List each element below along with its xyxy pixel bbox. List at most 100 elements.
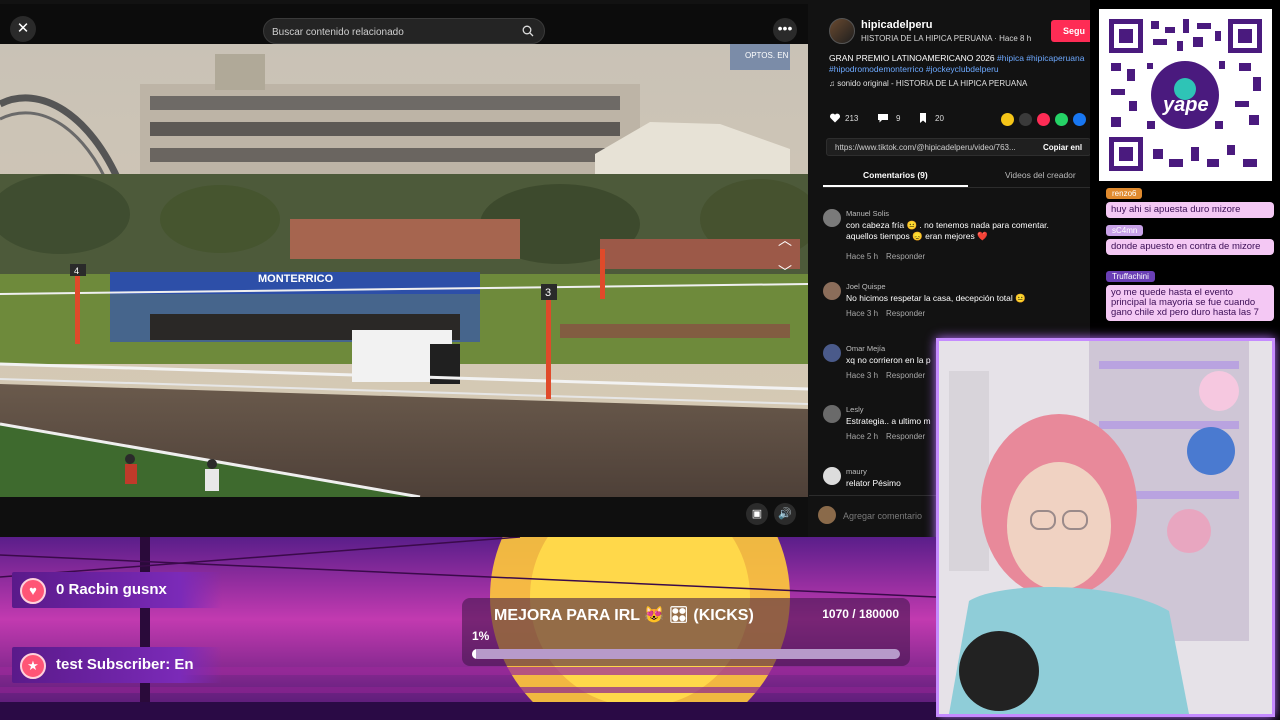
chat-message: Truffachini yo me quede hasta el evento … [1106, 266, 1274, 321]
video-controls: ▣ 🔊 [0, 497, 808, 537]
whatsapp-icon[interactable] [1055, 113, 1068, 126]
embed-icon[interactable] [1019, 113, 1032, 126]
bookmark-icon[interactable] [917, 112, 929, 124]
qr-code-icon: yape [1099, 9, 1272, 181]
comment-icon[interactable] [877, 112, 889, 124]
comment-count: 9 [896, 114, 901, 123]
comment-username[interactable]: Manuel Solis [846, 209, 889, 218]
reply-button[interactable]: Responder [886, 432, 925, 441]
save-count: 20 [935, 114, 944, 123]
active-tab-indicator [823, 185, 968, 187]
comment-item: Joel Quispe No hicimos respetar la casa,… [823, 282, 1090, 338]
like-count: 213 [845, 114, 859, 123]
comment-username[interactable]: Lesly [846, 405, 864, 414]
more-options-button[interactable]: ••• [773, 18, 797, 42]
chat-username[interactable]: sC4mn [1106, 225, 1144, 236]
comment-avatar[interactable] [823, 405, 841, 423]
comment-username[interactable]: Omar Mejía [846, 344, 885, 353]
comment-meta: Hace 2 h Responder [846, 432, 925, 441]
stadium-ad-text: OPTOS. EN [745, 51, 789, 60]
comment-time: Hace 5 h [846, 252, 879, 261]
follower-ticker: ♥ 0 Racbin gusnx [12, 572, 222, 608]
comment-time: Hace 3 h [846, 309, 879, 318]
reply-button[interactable]: Responder [886, 309, 925, 318]
webcam-feed [939, 341, 1272, 714]
comment-item: Manuel Solis con cabeza fría 😐 . no tene… [823, 209, 1090, 265]
follow-button[interactable]: Segu [1051, 20, 1090, 42]
chat-message: sC4mn donde apuesto en contra de mizore [1106, 220, 1274, 255]
comment-avatar[interactable] [823, 209, 841, 227]
my-avatar [818, 506, 836, 524]
goal-title: MEJORA PARA IRL 😻 🎛 (KICKS) [494, 607, 754, 624]
comment-avatar[interactable] [823, 467, 841, 485]
yape-logo-text: yape [1162, 94, 1209, 116]
heart-icon: ♥ [20, 578, 46, 604]
streamer-webcam [936, 338, 1275, 717]
author-subtitle: HISTORIA DE LA HIPICA PERUANA · Hace 8 h [861, 34, 1032, 43]
video-url[interactable]: https://www.tiktok.com/@hipicadelperu/vi… [835, 143, 1016, 152]
gate-sign-text: MONTERRICO [258, 273, 334, 285]
tab-creator-videos[interactable]: Videos del creador [1005, 170, 1076, 180]
star-icon: ★ [20, 653, 46, 679]
close-button[interactable]: ✕ [10, 16, 36, 42]
author-name[interactable]: hipicadelperu [861, 19, 933, 31]
comment-username[interactable]: maury [846, 467, 867, 476]
hashtags-2[interactable]: #hipodromodemonterrico #jockeyclubdelper… [829, 64, 999, 74]
donation-goal: MEJORA PARA IRL 😻 🎛 (KICKS) 1070 / 18000… [462, 598, 910, 666]
copy-link-button[interactable]: Copiar enl [1043, 143, 1082, 152]
comment-username[interactable]: Joel Quispe [846, 282, 886, 291]
chat-text: donde apuesto en contra de mizore [1106, 239, 1274, 255]
subscriber-ticker-text: test Subscriber: En [56, 656, 194, 673]
comment-meta: Hace 3 h Responder [846, 371, 925, 380]
goal-progress-bar [472, 649, 900, 659]
goal-percent: 1% [472, 629, 490, 643]
video-description: GRAN PREMIO LATINOAMERICANO 2026 #hipica… [829, 53, 1089, 75]
yape-qr-panel: yape [1099, 9, 1272, 181]
comment-avatar[interactable] [823, 344, 841, 362]
chat-username[interactable]: renzo6 [1106, 188, 1143, 199]
post-number-4: 4 [74, 266, 79, 276]
comment-meta: Hace 3 h Responder [846, 309, 925, 318]
hashtags-1[interactable]: #hipica #hipicaperuana [997, 53, 1084, 63]
search-icon[interactable] [522, 25, 534, 37]
search-input[interactable] [272, 23, 512, 41]
comment-text: No hicimos respetar la casa, decepción t… [846, 293, 1026, 303]
goal-count: 1070 / 180000 [822, 607, 899, 621]
facebook-icon[interactable] [1073, 113, 1086, 126]
heart-icon[interactable] [829, 112, 841, 124]
comment-meta: Hace 5 h Responder [846, 252, 925, 261]
comment-tabs: Comentarios (9) Videos del creador [823, 164, 1090, 188]
chat-text: yo me quede hasta el evento principal la… [1106, 285, 1274, 321]
chat-username[interactable]: Truffachini [1106, 271, 1155, 282]
next-video-arrow[interactable]: ﹀ [775, 262, 795, 280]
chat-text: huy ahi si apuesta duro mizore [1106, 202, 1274, 218]
goal-progress-fill [472, 649, 477, 659]
description-text: GRAN PREMIO LATINOAMERICANO 2026 [829, 53, 997, 63]
video-player[interactable]: OPTOS. EN MONTERRICO 4 3 ︿ ﹀ [0, 44, 808, 497]
tiktok-viewer: ✕ ••• [0, 0, 1090, 537]
pip-icon[interactable]: ▣ [746, 503, 768, 525]
tab-comments[interactable]: Comentarios (9) [863, 170, 928, 180]
follower-ticker-text: 0 Racbin gusnx [56, 581, 167, 598]
reply-button[interactable]: Responder [886, 252, 925, 261]
comment-avatar[interactable] [823, 282, 841, 300]
previous-video-arrow[interactable]: ︿ [775, 230, 795, 248]
volume-icon[interactable]: 🔊 [774, 503, 796, 525]
chat-message: renzo6 huy ahi si apuesta duro mizore [1106, 183, 1274, 218]
send-icon[interactable] [1037, 113, 1050, 126]
comment-time: Hace 3 h [846, 371, 879, 380]
author-avatar[interactable] [829, 18, 855, 44]
video-topbar: ✕ ••• [0, 4, 808, 44]
video-url-box: https://www.tiktok.com/@hipicadelperu/vi… [826, 138, 1090, 156]
subscriber-ticker: ★ test Subscriber: En [12, 647, 222, 683]
sound-link[interactable]: ♫ sonido original - HISTORIA DE LA HIPIC… [829, 79, 1027, 88]
related-search-box[interactable] [263, 18, 545, 44]
engagement-stats: 213 9 20 [829, 112, 1089, 126]
reply-button[interactable]: Responder [886, 371, 925, 380]
stream-overlay: ♥ 0 Racbin gusnx ★ test Subscriber: En M… [0, 537, 936, 720]
post-number-3: 3 [545, 287, 551, 299]
race-video-frame: OPTOS. EN MONTERRICO 4 3 [0, 44, 808, 497]
comment-text: con cabeza fría 😐 . no tenemos nada para… [846, 220, 1049, 241]
share-emoji-icon[interactable] [1001, 113, 1014, 126]
comment-time: Hace 2 h [846, 432, 879, 441]
